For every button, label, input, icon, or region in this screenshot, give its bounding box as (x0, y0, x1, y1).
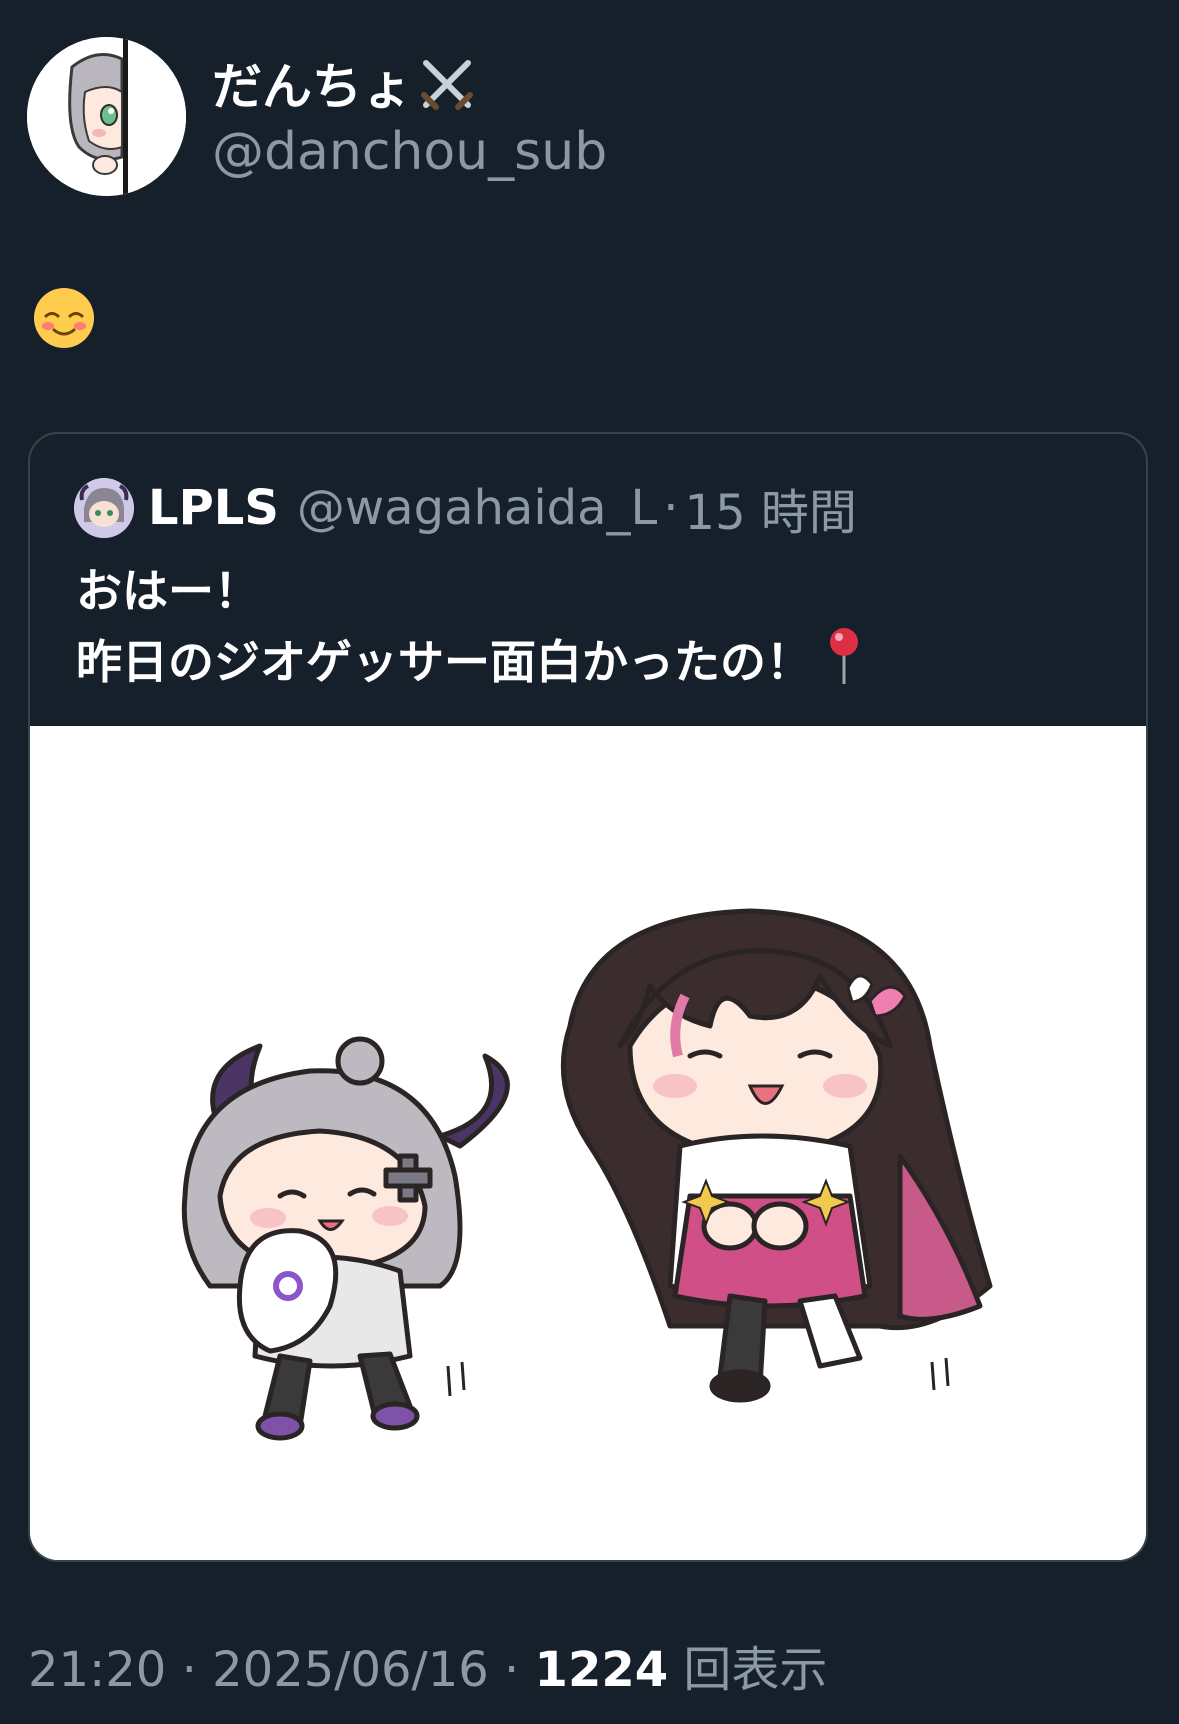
quote-author-avatar[interactable] (74, 478, 134, 538)
views-count[interactable]: 1224 (535, 1642, 669, 1698)
author-handle[interactable]: @danchou_sub (212, 122, 607, 182)
quote-timestamp[interactable]: 15 時間 (685, 473, 857, 543)
tweet-date[interactable]: 2025/06/16 (212, 1642, 489, 1698)
author-display-name-text: だんちょ (212, 58, 412, 116)
smiling-face-icon (32, 286, 96, 350)
quote-author-handle[interactable]: @wagahaida_L (297, 480, 657, 536)
quote-author-display-name[interactable]: LPLS (148, 480, 279, 536)
quote-tweet-card[interactable]: LPLS @wagahaida_L · 15 時間 おはー！ 昨日のジオゲッサー… (28, 432, 1148, 1562)
quote-separator: · (663, 480, 679, 536)
quote-text-line-2: 昨日のジオゲッサー面白かったの！ (76, 626, 864, 705)
quote-attached-image[interactable] (30, 726, 1146, 1560)
quote-text-line-1: おはー！ (76, 564, 260, 618)
quote-header: LPLS @wagahaida_L · 15 時間 (74, 473, 857, 543)
avatar-chibi-silver-hair-icon (74, 478, 134, 538)
tweet-time[interactable]: 21:20 (28, 1642, 166, 1698)
author-avatar[interactable] (27, 37, 186, 196)
meta-separator-1: · (166, 1642, 213, 1698)
author-display-name[interactable]: だんちょ (212, 55, 476, 126)
meta-separator-2: · (488, 1642, 535, 1698)
round-pushpin-icon (824, 626, 864, 705)
illustration-two-chibi-characters-icon (30, 726, 1146, 1560)
quote-text: おはー！ 昨日のジオゲッサー面白かったの！ (76, 556, 864, 705)
tweet-meta: 21:20 · 2025/06/16 · 1224 回表示 (28, 1640, 827, 1700)
views-label: 回表示 (668, 1642, 828, 1698)
crossed-swords-icon (418, 55, 476, 126)
quote-text-line-2-text: 昨日のジオゲッサー面白かったの！ (76, 635, 812, 689)
avatar-chibi-girl-icon (27, 37, 186, 196)
